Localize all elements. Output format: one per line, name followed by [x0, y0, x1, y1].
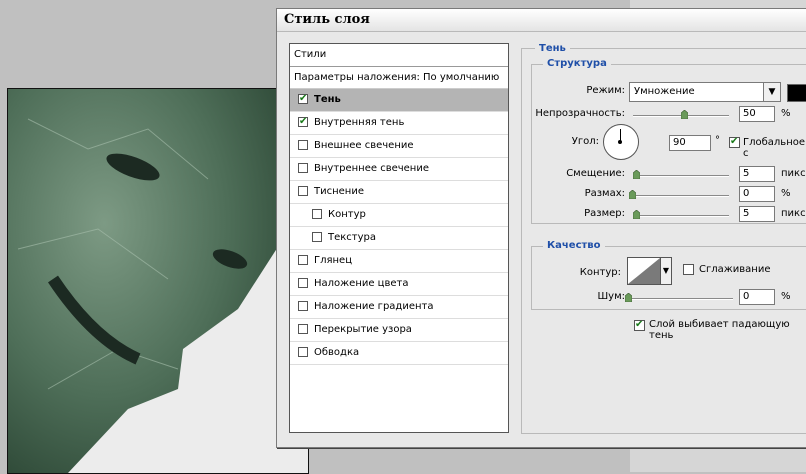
style-item-label: Наложение градиента: [314, 301, 434, 312]
contour-label: Контур:: [579, 267, 621, 278]
shadow-section-title: Тень: [535, 43, 570, 54]
style-item-label: Наложение цвета: [314, 278, 409, 289]
style-item[interactable]: Внутреннее свечение: [290, 158, 508, 181]
spread-label: Размах:: [584, 188, 625, 199]
distance-slider-thumb[interactable]: [633, 170, 640, 179]
style-item-label: Внутреннее свечение: [314, 163, 429, 174]
distance-slider[interactable]: [633, 175, 729, 177]
noise-slider-thumb[interactable]: [625, 293, 632, 302]
spread-input[interactable]: 0: [739, 186, 775, 202]
marble-sculpture-image: [8, 89, 308, 473]
style-item-label: Обводка: [314, 347, 360, 358]
style-item[interactable]: Глянец: [290, 250, 508, 273]
size-unit: пикс.: [781, 208, 806, 219]
style-item-label: Контур: [328, 209, 366, 220]
global-light-label: Глобальное с: [743, 137, 805, 159]
style-item-checkbox[interactable]: [298, 117, 308, 127]
style-item-checkbox[interactable]: [298, 163, 308, 173]
noise-unit: %: [781, 291, 791, 302]
style-item-checkbox[interactable]: [298, 301, 308, 311]
opacity-input[interactable]: 50: [739, 106, 775, 122]
shadow-color-swatch[interactable]: [787, 84, 806, 102]
contour-dropdown-arrow[interactable]: ▼: [661, 257, 672, 285]
style-item-label: Тень: [314, 94, 341, 105]
opacity-unit: %: [781, 108, 791, 119]
opacity-slider-thumb[interactable]: [681, 110, 688, 119]
angle-label: Угол:: [571, 136, 599, 147]
knockout-checkbox[interactable]: [634, 319, 645, 331]
size-label: Размер:: [584, 208, 625, 219]
spread-slider-thumb[interactable]: [629, 190, 636, 199]
knockout-label: Слой выбивает падающую тень: [649, 319, 790, 341]
document-canvas: [7, 88, 309, 474]
antialias-checkbox[interactable]: [683, 264, 694, 275]
blending-options-item[interactable]: Параметры наложения: По умолчанию: [290, 67, 508, 89]
style-item-label: Внешнее свечение: [314, 140, 414, 151]
drop-shadow-settings: Тень Структура Режим: Умножение ▼ Непроз…: [521, 43, 806, 434]
style-item-label: Глянец: [314, 255, 353, 266]
angle-unit: °: [715, 135, 720, 146]
chevron-down-icon: ▼: [763, 83, 780, 101]
distance-unit: пикс.: [781, 168, 806, 179]
style-item[interactable]: Наложение градиента: [290, 296, 508, 319]
style-item-label: Тиснение: [314, 186, 364, 197]
contour-preview[interactable]: [627, 257, 661, 285]
styles-list: Стили Параметры наложения: По умолчанию …: [289, 43, 509, 433]
size-input[interactable]: 5: [739, 206, 775, 222]
size-slider[interactable]: [633, 215, 729, 217]
style-item-checkbox[interactable]: [312, 209, 322, 219]
quality-title: Качество: [543, 240, 605, 251]
noise-label: Шум:: [597, 291, 625, 302]
spread-slider[interactable]: [633, 195, 729, 197]
style-item-checkbox[interactable]: [298, 347, 308, 357]
layer-style-dialog: Стиль слоя Стили Параметры наложения: По…: [276, 8, 806, 448]
style-item-label: Внутренняя тень: [314, 117, 405, 128]
styles-header[interactable]: Стили: [290, 44, 508, 67]
global-light-checkbox[interactable]: [729, 136, 740, 148]
blend-mode-value: Умножение: [634, 86, 695, 97]
style-item[interactable]: Внешнее свечение: [290, 135, 508, 158]
noise-slider[interactable]: [629, 298, 733, 300]
angle-dial-center: [618, 140, 622, 144]
style-item-checkbox[interactable]: [312, 232, 322, 242]
angle-dial[interactable]: [603, 124, 639, 160]
noise-input[interactable]: 0: [739, 289, 775, 305]
style-item-checkbox[interactable]: [298, 324, 308, 334]
style-item[interactable]: Перекрытие узора: [290, 319, 508, 342]
style-item[interactable]: Обводка: [290, 342, 508, 365]
distance-input[interactable]: 5: [739, 166, 775, 182]
style-item[interactable]: Тиснение: [290, 181, 508, 204]
structure-title: Структура: [543, 58, 611, 69]
style-item-label: Текстура: [328, 232, 377, 243]
dialog-titlebar[interactable]: Стиль слоя: [277, 9, 806, 32]
style-item-checkbox[interactable]: [298, 94, 308, 104]
mode-label: Режим:: [586, 85, 625, 96]
distance-label: Смещение:: [566, 168, 625, 179]
style-item[interactable]: Наложение цвета: [290, 273, 508, 296]
style-item-checkbox[interactable]: [298, 140, 308, 150]
style-item[interactable]: Текстура: [290, 227, 508, 250]
style-item-checkbox[interactable]: [298, 255, 308, 265]
style-item[interactable]: Внутренняя тень: [290, 112, 508, 135]
style-item-checkbox[interactable]: [298, 186, 308, 196]
antialias-label: Сглаживание: [699, 264, 771, 275]
style-item[interactable]: Контур: [290, 204, 508, 227]
blend-mode-select[interactable]: Умножение ▼: [629, 82, 781, 102]
spread-unit: %: [781, 188, 791, 199]
dialog-title: Стиль слоя: [284, 12, 370, 27]
style-item-label: Перекрытие узора: [314, 324, 412, 335]
angle-input[interactable]: 90: [669, 135, 711, 151]
size-slider-thumb[interactable]: [633, 210, 640, 219]
style-item-checkbox[interactable]: [298, 278, 308, 288]
opacity-label: Непрозрачность:: [535, 108, 625, 119]
style-item[interactable]: Тень: [290, 89, 508, 112]
